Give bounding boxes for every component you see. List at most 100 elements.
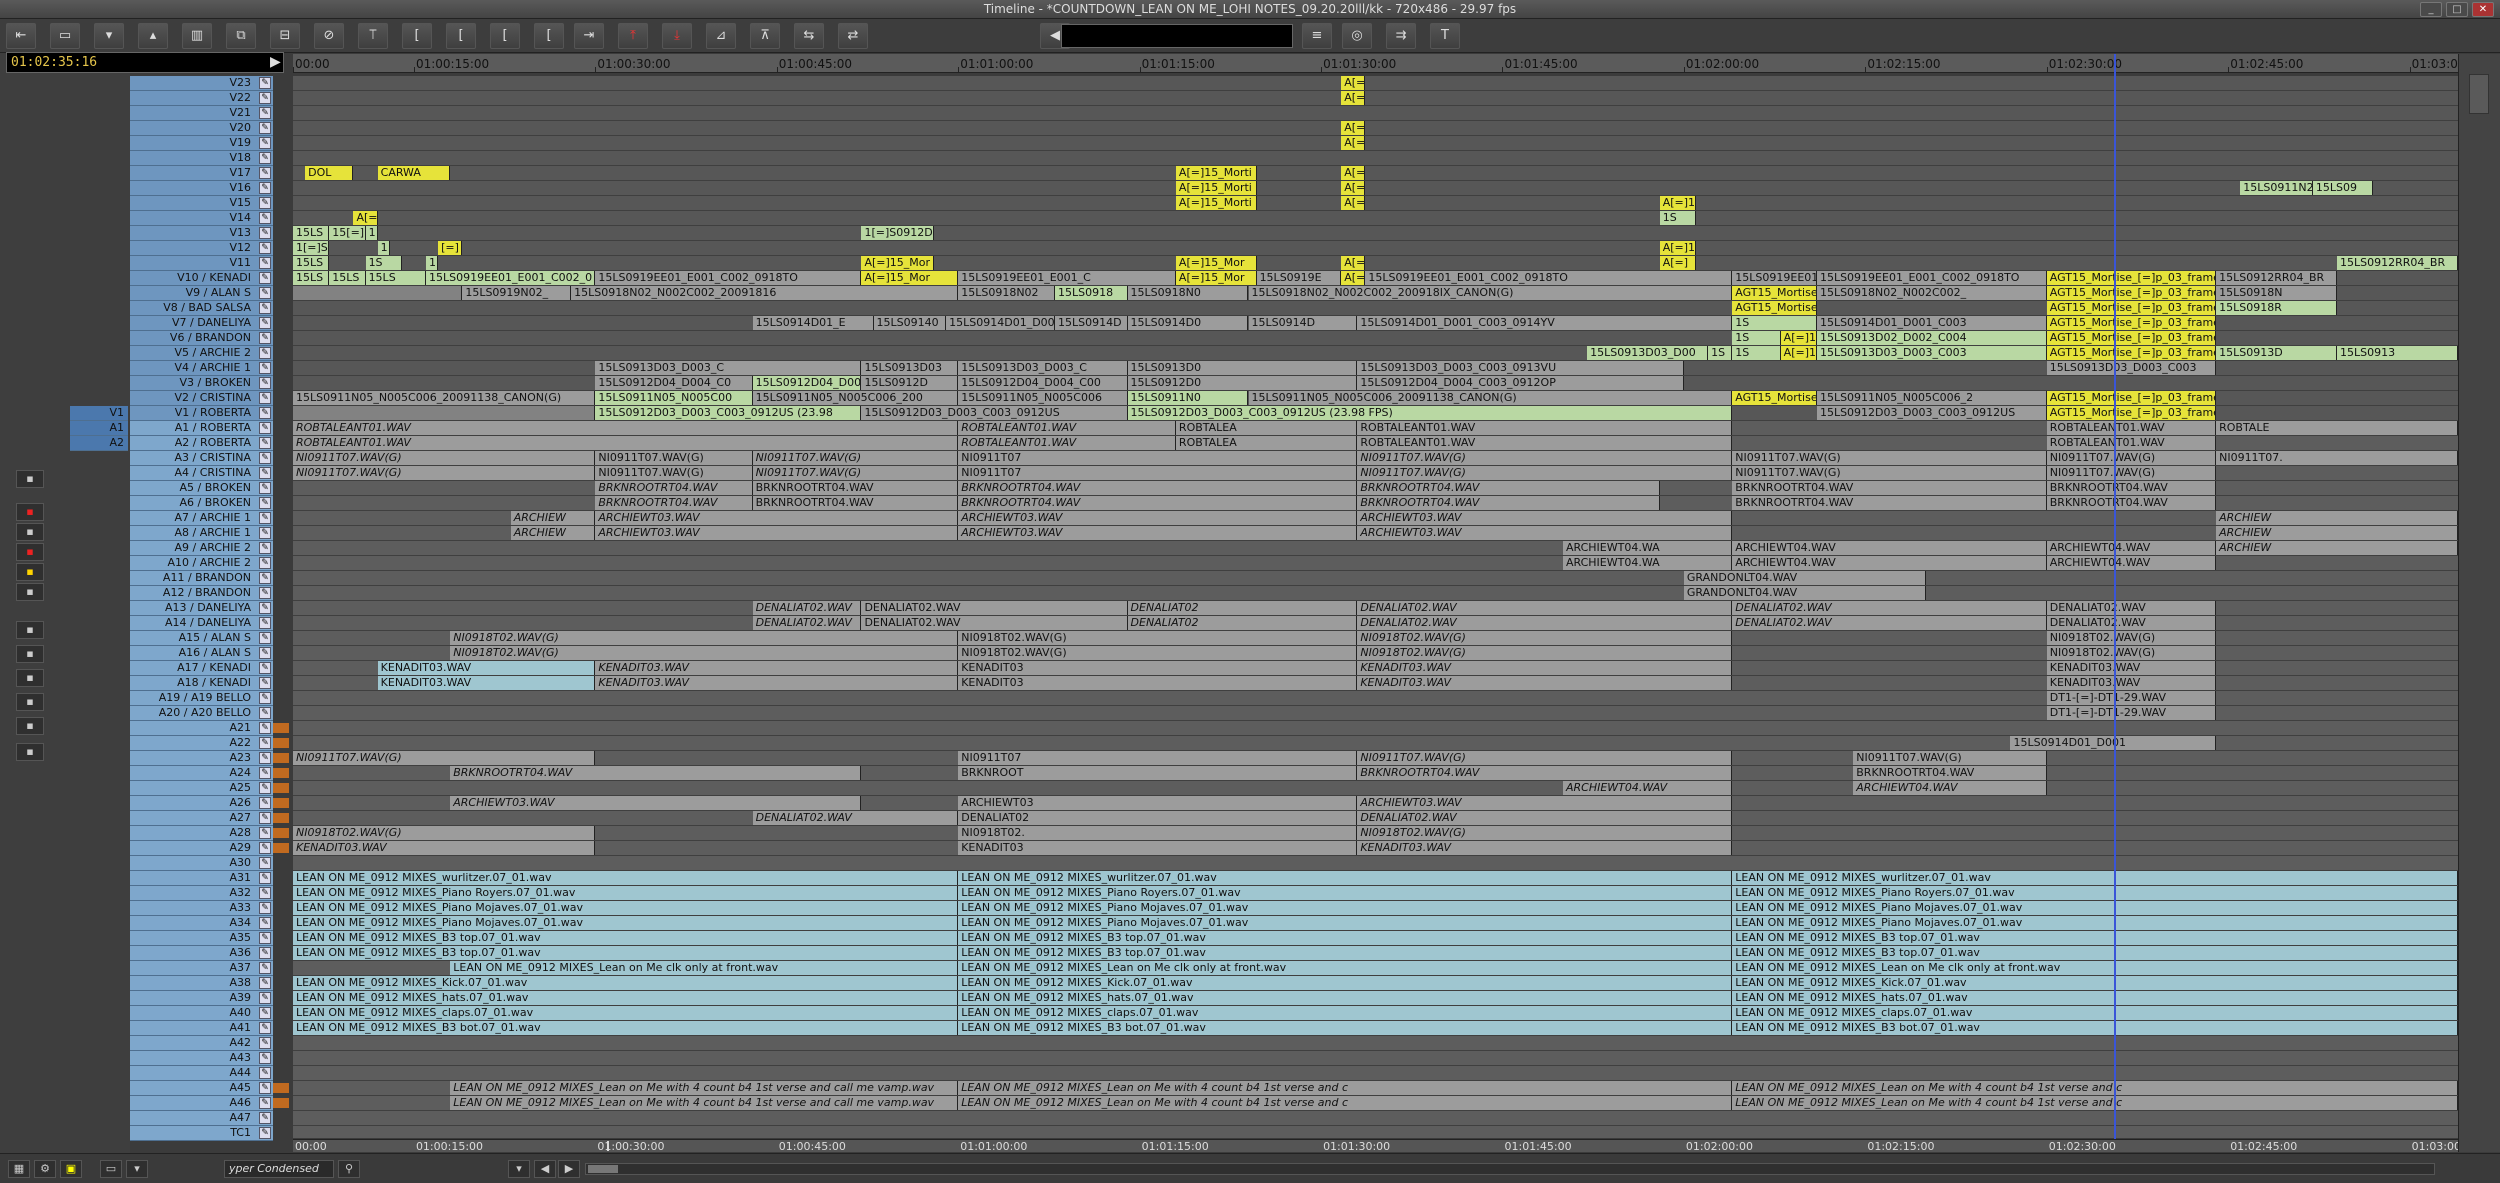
timeline-clip[interactable]: A[=]15_Mor [861, 256, 935, 270]
timeline-clip[interactable]: KENADIT03.WAV [2046, 661, 2217, 675]
timeline-clip[interactable]: NI0911T07 [958, 466, 1358, 480]
timeline-clip[interactable]: A[=] [1659, 256, 1696, 270]
timeline-clip[interactable]: LEAN ON ME_0912 MIXES_B3 top.07_01.wav [293, 946, 959, 960]
timeline-clip[interactable]: NI0918T02.WAV(G) [2046, 631, 2217, 645]
track-header[interactable]: A36 ✎ [130, 946, 273, 961]
track-lock-icon[interactable]: ✎ [259, 812, 271, 824]
timeline-clip[interactable]: 15LS09 [2312, 181, 2374, 195]
timeline-clip[interactable]: AGT15_Mortise_[=]p_03_frame8_01.png [2046, 391, 2217, 405]
track-patch-indicator[interactable] [273, 723, 289, 733]
track-lock-icon[interactable]: ✎ [259, 1097, 271, 1109]
track-lane[interactable] [293, 1126, 2458, 1138]
sync-icon[interactable]: ◎ [1342, 23, 1372, 49]
bracket-icon[interactable]: [ [490, 23, 520, 49]
track-header[interactable]: A47 ✎ [130, 1111, 273, 1126]
timeline-clip[interactable]: 15[=] [329, 226, 366, 240]
track-header[interactable]: A40 ✎ [130, 1006, 273, 1021]
track-header[interactable]: A33 ✎ [130, 901, 273, 916]
timeline-clip[interactable]: BRKNROOTRT04.WAV [958, 496, 1358, 510]
timeline-clip[interactable]: 15LS0914D01_D001_C003_0914YV [1357, 316, 1733, 330]
timeline-clip[interactable]: 15LS0913D03_D003_C003 [1816, 346, 2047, 360]
timeline-clip[interactable]: A[=]15_Mor [1341, 181, 1366, 195]
timeline-clip[interactable]: BRKNROOTRT04.WAV [1732, 496, 2047, 510]
track-lane[interactable] [293, 241, 2458, 256]
timeline-clip[interactable]: ROBTALE [2216, 421, 2458, 435]
timeline-clip[interactable]: AGT15_Mortise_4up [1732, 391, 1817, 405]
track-lock-icon[interactable]: ✎ [259, 557, 271, 569]
timeline-clip[interactable]: DT1-[=]-DT1-29.WAV [2046, 706, 2217, 720]
track-lock-icon[interactable]: ✎ [259, 272, 271, 284]
menu-icon[interactable]: ≡ [1302, 23, 1332, 49]
timeline-clip[interactable]: KENADIT03.WAV [377, 661, 596, 675]
timeline-clip[interactable]: DENALIAT02.WAV [752, 616, 862, 630]
timeline-clip[interactable]: ARCHIEWT03.WAV [1357, 796, 1733, 810]
timeline-clip[interactable]: 1[=]S0912D [861, 226, 935, 240]
timeline-clip[interactable]: LEAN ON ME_0912 MIXES_Lean on Me with 4 … [958, 1096, 1733, 1110]
track-header[interactable]: A41 ✎ [130, 1021, 273, 1036]
timeline-clip[interactable]: NI0918T02.WAV(G) [1357, 826, 1733, 840]
timeline-clip[interactable]: LEAN ON ME_0912 MIXES_wurlitzer.07_01.wa… [1732, 871, 2458, 885]
track-lane[interactable] [293, 1051, 2458, 1066]
timeline-clip[interactable]: A[=]15_Morti [1175, 166, 1257, 180]
timeline-clip[interactable]: 15LS0911N0 [1127, 391, 1249, 405]
track-lock-icon[interactable]: ✎ [259, 977, 271, 989]
bracket-icon[interactable]: [ [446, 23, 476, 49]
track-lock-icon[interactable]: ✎ [259, 707, 271, 719]
timeline-clip[interactable]: 15LS0913D03_D00 [1587, 346, 1709, 360]
dropdown-icon[interactable]: ▾ [508, 1160, 530, 1178]
track-header[interactable]: A17 / KENADI ✎ [130, 661, 273, 676]
timeline-clip[interactable]: KENADIT03.WAV [1357, 661, 1733, 675]
track-header[interactable]: V6 / BRANDON ✎ [130, 331, 273, 346]
timeline-clip[interactable]: LEAN ON ME_0912 MIXES_hats.07_01.wav [293, 991, 959, 1005]
timeline-clip[interactable]: 15LS0918R [2216, 301, 2338, 315]
timeline-clip[interactable]: NI0911T07.WAV(G) [1732, 451, 2047, 465]
timeline-clip[interactable]: A[=]15_Mor [1341, 76, 1366, 90]
timeline-clip[interactable]: 15LS0912RR04_BR [2337, 256, 2458, 270]
track-lane[interactable] [293, 1036, 2458, 1051]
link-icon[interactable]: ▪ [16, 717, 44, 735]
timeline-clip[interactable]: DENALIAT02 [1127, 616, 1358, 630]
track-header[interactable]: A20 / A20 BELLO ✎ [130, 706, 273, 721]
timeline-clip[interactable]: LEAN ON ME_0912 MIXES_Piano Mojaves.07_0… [1732, 901, 2458, 915]
track-patch-indicator[interactable] [273, 738, 289, 748]
timeline-clip[interactable]: 15LS [293, 271, 330, 285]
timeline-clip[interactable]: LEAN ON ME_0912 MIXES_B3 top.07_01.wav [293, 931, 959, 945]
timeline-clip[interactable] [293, 286, 463, 300]
track-lock-icon[interactable]: ✎ [259, 827, 271, 839]
timeline-clip[interactable]: KENADIT03.WAV [2046, 676, 2217, 690]
track-lock-icon[interactable]: ✎ [259, 437, 271, 449]
search-icon[interactable]: ⚲ [338, 1160, 360, 1178]
monitor-icon[interactable]: ▭ [50, 23, 80, 49]
left-arrow-icon[interactable]: ◀ [534, 1160, 556, 1178]
timeline-clip[interactable]: 15LS0912D04_D004_C0 [595, 376, 753, 390]
timeline-clip[interactable]: NI0911T07.WAV(G) [1732, 466, 2047, 480]
track-lock-icon[interactable]: ✎ [259, 242, 271, 254]
track-patch-indicator[interactable] [273, 843, 289, 853]
track-header[interactable]: V15 ✎ [130, 196, 273, 211]
track-header[interactable]: A21 ✎ [130, 721, 273, 736]
timeline-clip[interactable]: 15LS0913 [2337, 346, 2458, 360]
timeline-clip[interactable]: AGT15_Mortise_[=]p_03_frame2_01.png [2046, 346, 2217, 360]
minimize-button[interactable]: _ [2420, 2, 2442, 17]
timeline-clip[interactable]: 15LS0919EE01_E001_C002_0918TO [1816, 271, 2047, 285]
timeline-clip[interactable]: 15LS0913D [2216, 346, 2338, 360]
sequence-icon[interactable]: ⇉ [1386, 23, 1416, 49]
track-lock-icon[interactable]: ✎ [259, 662, 271, 674]
track-lock-icon[interactable]: ✎ [259, 332, 271, 344]
track-lock-icon[interactable]: ✎ [259, 167, 271, 179]
timeline-clip[interactable]: 1S [1732, 316, 1817, 330]
monitor-icon[interactable]: ▪ [16, 583, 44, 601]
track-lock-icon[interactable]: ✎ [259, 782, 271, 794]
track-lock-icon[interactable]: ✎ [259, 182, 271, 194]
track-lock-icon[interactable]: ✎ [259, 1127, 271, 1139]
bracket-icon[interactable]: [ [402, 23, 432, 49]
timeline-clip[interactable]: NI0911T07.WAV(G) [293, 466, 596, 480]
bracket-icon[interactable]: [ [534, 23, 564, 49]
track-header[interactable]: V19 ✎ [130, 136, 273, 151]
track-lock-icon[interactable]: ✎ [259, 527, 271, 539]
timeline-clip[interactable]: 15LS0912D03_D003_C003_0912US [861, 406, 1128, 420]
track-lock-icon[interactable]: ✎ [259, 947, 271, 959]
track-lock-icon[interactable]: ✎ [259, 152, 271, 164]
track-header[interactable]: V23 ✎ [130, 76, 273, 91]
timeline-clip[interactable]: A[=]15_Mor [861, 271, 959, 285]
